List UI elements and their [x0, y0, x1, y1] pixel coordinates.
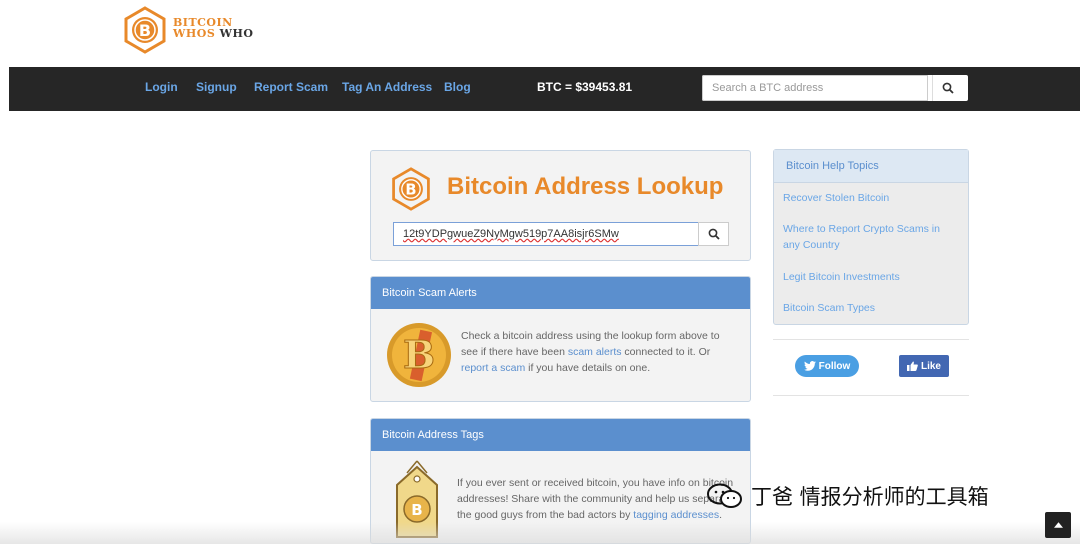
search-icon: [708, 228, 720, 240]
address-tags-text: If you ever sent or received bitcoin, yo…: [457, 475, 735, 523]
lookup-panel: B Bitcoin Address Lookup 12t9YDPgwueZ9Ny…: [370, 150, 751, 261]
lookup-title: Bitcoin Address Lookup: [447, 173, 724, 200]
scam-alerts-link[interactable]: scam alerts: [568, 346, 622, 358]
wechat-icon: [707, 483, 742, 508]
twitter-bird-icon: [803, 361, 816, 371]
like-label: Like: [920, 360, 941, 372]
bottom-fade: [0, 522, 1080, 544]
twitter-follow-button[interactable]: Follow: [795, 355, 859, 377]
scam-alerts-text-2: connected to it. Or: [621, 346, 711, 358]
brand-line2b: WHO: [219, 27, 254, 40]
scam-alerts-header: Bitcoin Scam Alerts: [371, 277, 750, 309]
scam-alerts-text-3: if you have details on one.: [525, 362, 651, 374]
svg-text:B: B: [139, 21, 151, 40]
bitcoin-logo-icon: B: [124, 6, 166, 54]
search-icon: [942, 82, 954, 94]
address-search-button[interactable]: [698, 222, 729, 246]
follow-label: Follow: [818, 360, 851, 372]
nav-tag-address[interactable]: Tag An Address: [342, 80, 432, 94]
help-topics-panel: Bitcoin Help Topics Recover Stolen Bitco…: [773, 149, 969, 325]
chevron-up-icon: [1053, 522, 1063, 528]
nav-search-input[interactable]: [702, 75, 928, 101]
facebook-like-button[interactable]: Like: [899, 355, 949, 377]
svg-text:B: B: [403, 332, 435, 377]
btc-price: BTC = $39453.81: [537, 80, 633, 94]
help-topic-report-scams[interactable]: Where to Report Crypto Scams in any Coun…: [783, 221, 953, 253]
scroll-to-top-button[interactable]: [1045, 512, 1071, 538]
social-buttons: Follow Like: [773, 339, 969, 396]
help-topic-recover-stolen[interactable]: Recover Stolen Bitcoin: [783, 190, 953, 206]
bitcoin-coin-icon: B: [387, 323, 451, 387]
svg-text:B: B: [411, 501, 422, 519]
watermark-text: 丁爸 情报分析师的工具箱: [751, 485, 989, 509]
brand-line2a: WHOS: [173, 27, 216, 40]
brand-name: BITCOIN WHOS WHO: [173, 17, 253, 39]
nav-search-button[interactable]: [932, 75, 963, 101]
nav-signup[interactable]: Signup: [196, 80, 237, 94]
top-navbar: Login Signup Report Scam Tag An Address …: [9, 67, 1080, 111]
help-topics-header: Bitcoin Help Topics: [774, 150, 968, 183]
report-scam-link[interactable]: report a scam: [461, 362, 525, 374]
watermark: 丁爸 情报分析师的工具箱: [705, 479, 989, 513]
thumbs-up-icon: [906, 361, 918, 371]
help-topic-legit-investments[interactable]: Legit Bitcoin Investments: [783, 269, 953, 285]
brand-line2: WHOS WHO: [173, 28, 253, 39]
nav-blog[interactable]: Blog: [444, 80, 471, 94]
address-tags-header: Bitcoin Address Tags: [371, 419, 750, 451]
svg-text:B: B: [405, 182, 416, 199]
bitcoin-logo-icon: B: [392, 167, 430, 211]
nav-search: [702, 75, 968, 101]
nav-report-scam[interactable]: Report Scam: [254, 80, 328, 94]
address-input[interactable]: 12t9YDPgwueZ9NyMgw519p7AA8isjr6SMw: [393, 222, 699, 246]
scam-alerts-card: Bitcoin Scam Alerts B Check a bitcoin ad…: [370, 276, 751, 402]
scam-alerts-text: Check a bitcoin address using the lookup…: [461, 328, 733, 376]
nav-login[interactable]: Login: [145, 80, 178, 94]
help-topic-scam-types[interactable]: Bitcoin Scam Types: [783, 300, 953, 316]
